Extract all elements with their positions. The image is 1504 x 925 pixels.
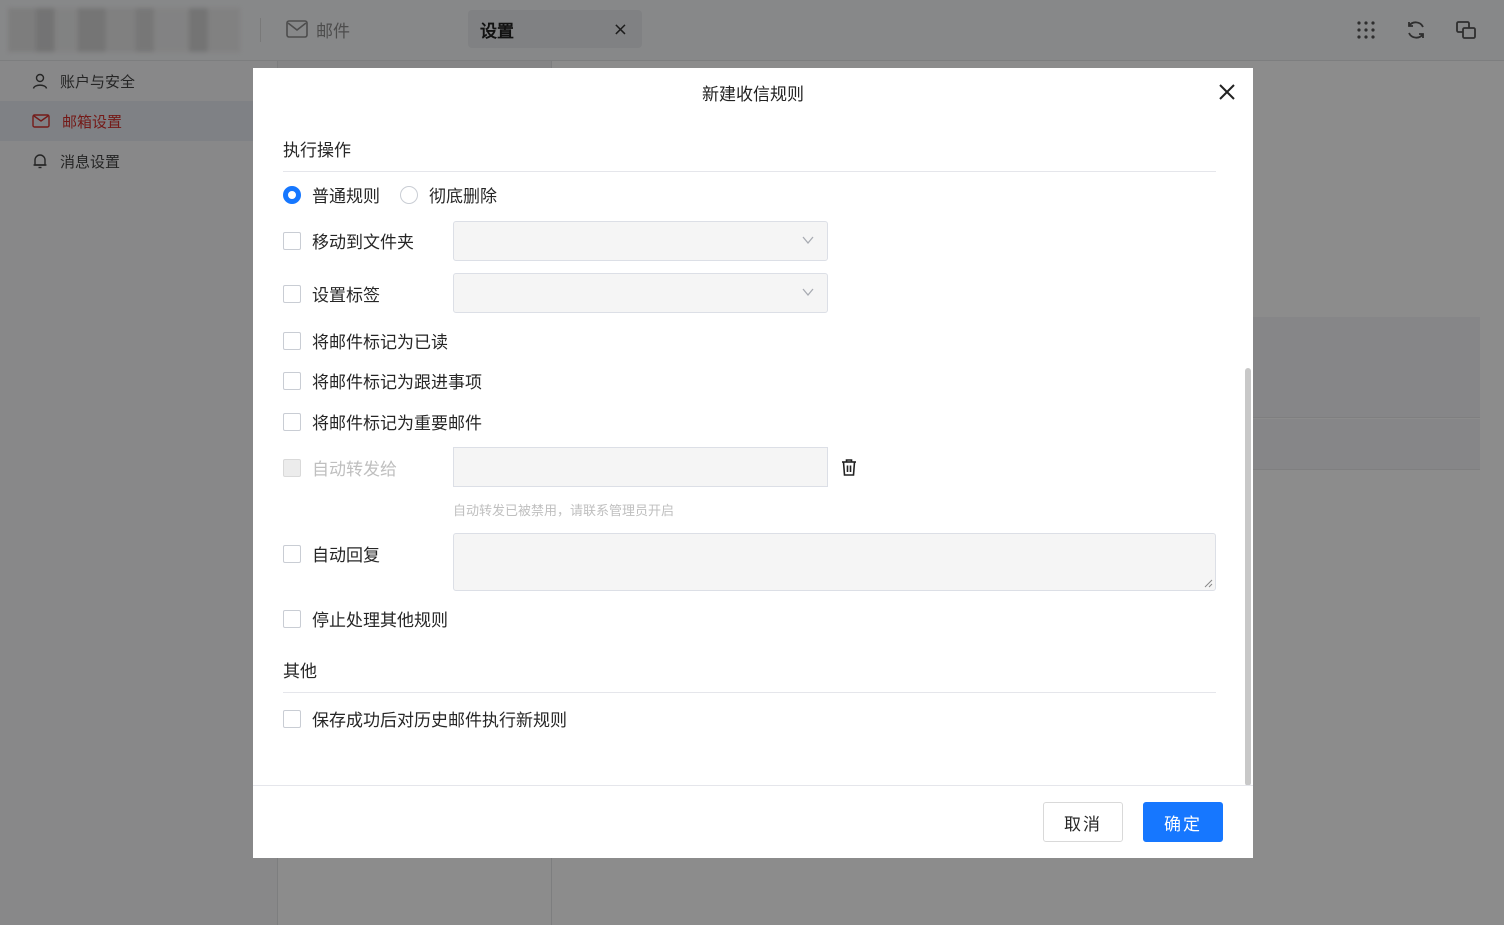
radio-normal-rule[interactable] [283,185,301,204]
folder-select[interactable] [453,221,828,261]
mark-read-label[interactable]: 将邮件标记为已读 [312,328,448,353]
cancel-button[interactable]: 取消 [1043,802,1123,842]
auto-reply-label[interactable]: 自动回复 [312,541,380,566]
auto-forward-checkbox [283,458,301,477]
section-actions-heading: 执行操作 [283,136,1216,172]
set-label-checkbox[interactable] [283,284,301,303]
mark-read-row: 将邮件标记为已读 [283,328,448,353]
chevron-down-icon [802,236,814,245]
rule-type-radio-group: 普通规则 彻底删除 [283,182,497,207]
dialog-footer: 取消 确定 [253,785,1253,859]
auto-reply-textarea[interactable] [453,533,1216,591]
dialog-title: 新建收信规则 [702,85,804,105]
label-select[interactable] [453,273,828,313]
apply-history-label[interactable]: 保存成功后对历史邮件执行新规则 [312,706,567,731]
apply-history-checkbox[interactable] [283,709,301,728]
trash-icon[interactable] [839,457,859,477]
auto-forward-disabled-hint: 自动转发已被禁用，请联系管理员开启 [453,504,675,519]
auto-forward-label: 自动转发给 [312,460,397,480]
resize-grip-icon[interactable] [1203,578,1213,588]
mark-read-checkbox[interactable] [283,331,301,350]
mark-followup-label[interactable]: 将邮件标记为跟进事项 [312,368,482,393]
mark-important-row: 将邮件标记为重要邮件 [283,409,482,434]
move-to-folder-label[interactable]: 移动到文件夹 [312,228,414,253]
auto-reply-checkbox[interactable] [283,544,301,563]
section-other-heading: 其他 [283,657,1216,693]
stop-rules-label[interactable]: 停止处理其他规则 [312,606,448,631]
move-to-folder-row: 移动到文件夹 [283,228,414,253]
stop-rules-checkbox[interactable] [283,609,301,628]
set-label-label[interactable]: 设置标签 [312,281,380,306]
dialog-scrollbar[interactable] [1245,368,1251,786]
mark-important-checkbox[interactable] [283,412,301,431]
auto-forward-input [453,447,828,487]
auto-forward-row: 自动转发给 [283,455,397,480]
move-to-folder-checkbox[interactable] [283,231,301,250]
confirm-button[interactable]: 确定 [1143,802,1223,842]
mark-followup-row: 将邮件标记为跟进事项 [283,368,482,393]
set-label-row: 设置标签 [283,281,380,306]
stop-rules-row: 停止处理其他规则 [283,606,448,631]
chevron-down-icon [802,288,814,297]
radio-normal-rule-label[interactable]: 普通规则 [312,182,380,207]
radio-permanent-delete[interactable] [400,185,418,204]
mark-important-label[interactable]: 将邮件标记为重要邮件 [312,409,482,434]
new-rule-dialog: 新建收信规则 执行操作 普通规则 彻底删除 移动到文件夹 设置标签 将邮件标记为… [253,68,1253,858]
apply-history-row: 保存成功后对历史邮件执行新规则 [283,706,567,731]
radio-permanent-delete-label[interactable]: 彻底删除 [429,182,497,207]
auto-reply-row: 自动回复 [283,541,380,566]
mark-followup-checkbox[interactable] [283,371,301,390]
close-icon[interactable] [1215,80,1239,104]
